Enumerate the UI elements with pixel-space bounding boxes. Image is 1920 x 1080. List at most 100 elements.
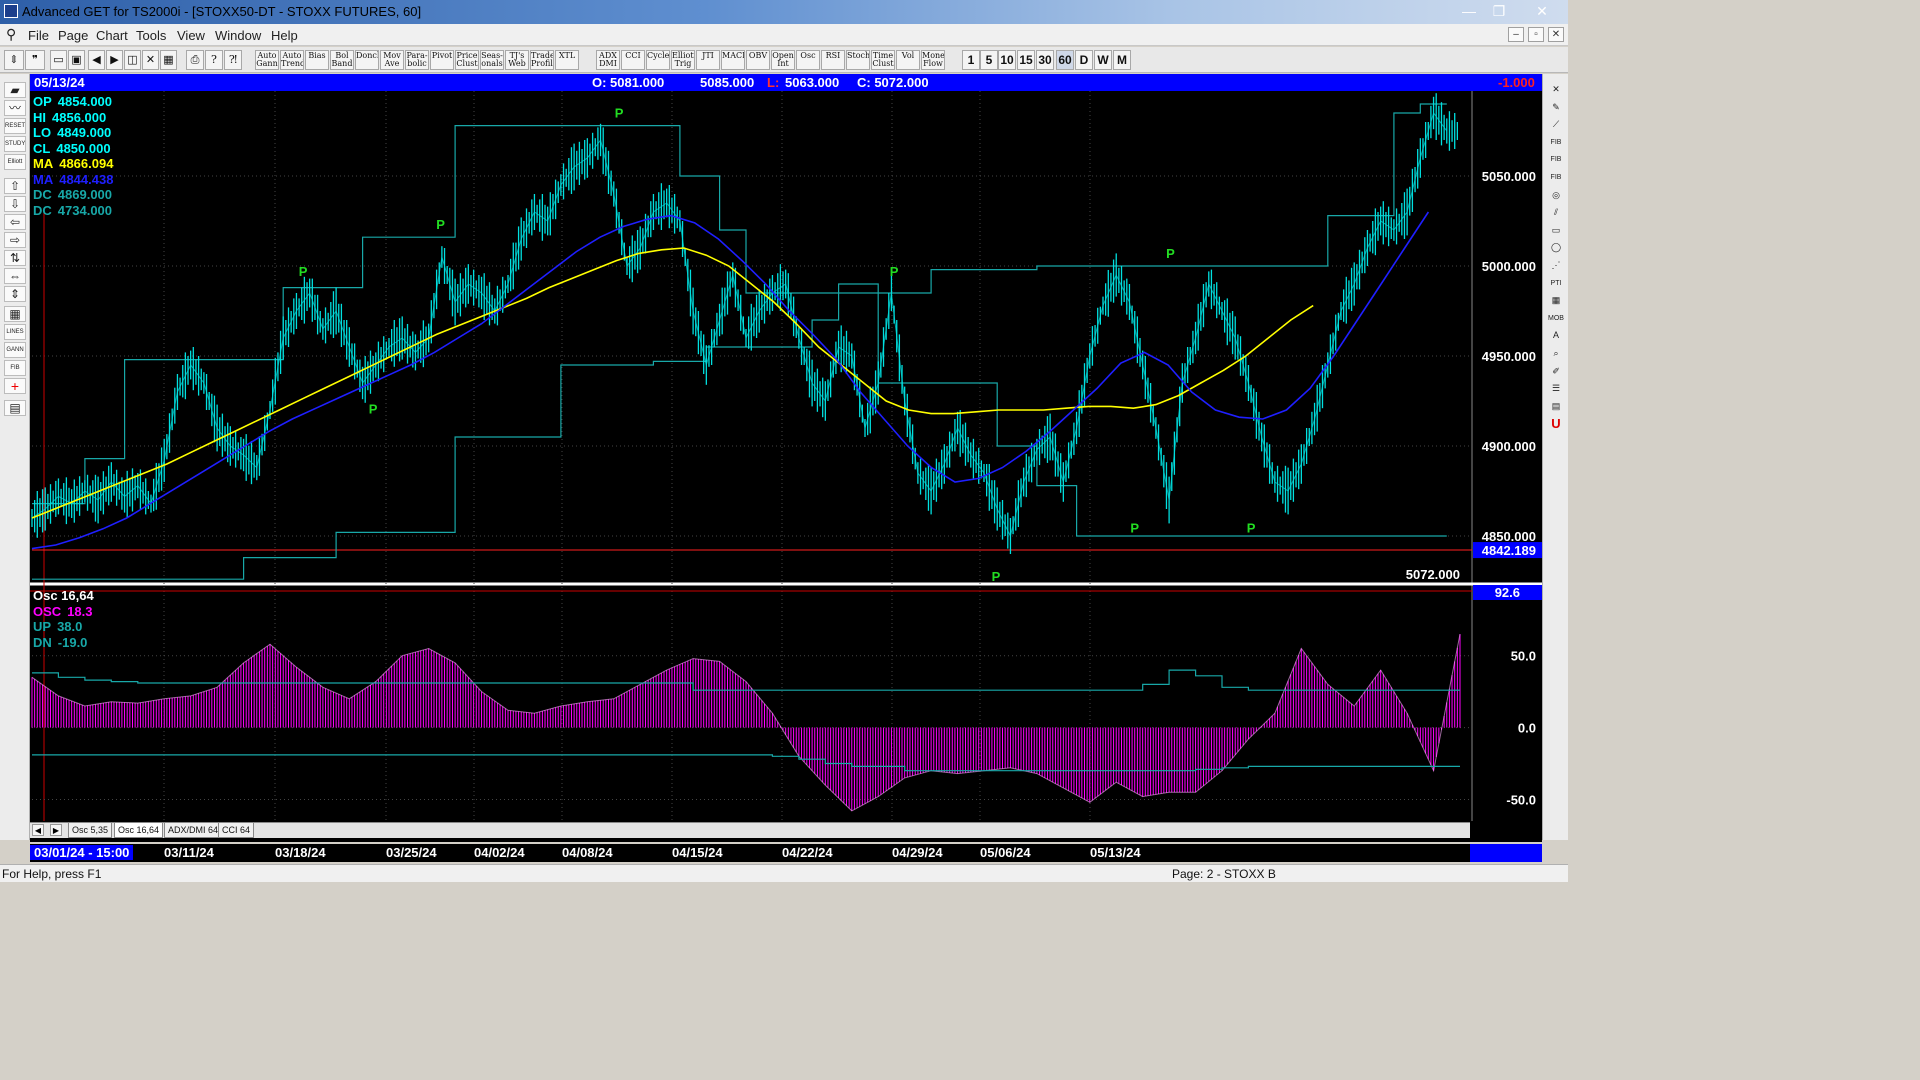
trendline-icon[interactable]: ⟋	[1546, 117, 1566, 132]
print-icon[interactable]: ⎙	[186, 50, 204, 70]
interval-button-w[interactable]: W	[1094, 50, 1112, 70]
study-button-bias[interactable]: Bias	[305, 50, 329, 70]
list-icon[interactable]: ☰	[1546, 381, 1566, 396]
chart-type-icon[interactable]: 〰	[4, 100, 26, 116]
tab-next-button[interactable]: ▶	[50, 824, 62, 836]
channel-icon[interactable]: ⫽	[1546, 205, 1566, 220]
arrow-down-icon[interactable]: ⇩	[4, 196, 26, 212]
grid-icon[interactable]: ▦	[160, 50, 177, 70]
study-button-adx-dmi[interactable]: ADX DMI	[596, 50, 620, 70]
study-button-vol[interactable]: Vol	[896, 50, 920, 70]
interval-button-m[interactable]: M	[1113, 50, 1131, 70]
study-button-open-int[interactable]: Open Int	[771, 50, 795, 70]
study-button-time-clust[interactable]: Time Clust	[871, 50, 895, 70]
study-button-price-clust[interactable]: Price Clust	[455, 50, 479, 70]
study-button-elliott-trig[interactable]: Elliott Trig	[671, 50, 695, 70]
study-button-money-flow[interactable]: Money Flow	[921, 50, 945, 70]
interval-button-1[interactable]: 1	[962, 50, 980, 70]
study-button-seas-onals[interactable]: Seas-onals	[480, 50, 504, 70]
interval-button-10[interactable]: 10	[998, 50, 1016, 70]
elliott-icon[interactable]: Elliott	[4, 154, 26, 170]
menu-help[interactable]: Help	[271, 28, 298, 43]
quote-icon[interactable]: ❞	[25, 50, 45, 70]
open-folder-icon[interactable]: ▰	[4, 82, 26, 98]
compress-icon[interactable]: ⇔	[4, 268, 26, 284]
interval-button-60[interactable]: 60	[1056, 50, 1074, 70]
study-button-jti[interactable]: JTI	[696, 50, 720, 70]
crosshair-icon[interactable]: +	[4, 378, 26, 394]
study-button-bol-band[interactable]: Bol Band	[330, 50, 354, 70]
study-button-donch[interactable]: Donch	[355, 50, 379, 70]
date-axis-scroll[interactable]	[1470, 844, 1542, 862]
forward-icon[interactable]: ▶	[106, 50, 123, 70]
lines-icon[interactable]: LINES	[4, 324, 26, 340]
study-button-mov-ave[interactable]: Mov Ave	[380, 50, 404, 70]
reset-icon[interactable]: RESET	[4, 118, 26, 134]
tab-cci-64[interactable]: CCI 64	[218, 823, 255, 838]
menu-tools[interactable]: Tools	[136, 28, 166, 43]
tab-prev-button[interactable]: ◀	[32, 824, 44, 836]
eraser-icon[interactable]: ✐	[1546, 364, 1566, 379]
pointer-icon[interactable]: ⇕	[4, 50, 24, 70]
menu-chart[interactable]: Chart	[96, 28, 128, 43]
pencil-icon[interactable]: ✎	[1546, 100, 1566, 115]
gann-icon[interactable]: GANN	[4, 342, 26, 358]
tab-osc-5-35[interactable]: Osc 5,35	[68, 823, 113, 838]
study-button-stoch[interactable]: Stoch	[846, 50, 870, 70]
doc-icon[interactable]: ⚲	[6, 26, 16, 43]
study-button-xtl[interactable]: XTL	[555, 50, 579, 70]
interval-button-d[interactable]: D	[1075, 50, 1093, 70]
rectangle-icon[interactable]: ▭	[1546, 223, 1566, 238]
study-button-macd[interactable]: MACD	[721, 50, 745, 70]
study-button-para-bolic[interactable]: Para-bolic	[405, 50, 429, 70]
calc-icon[interactable]: ▤	[1546, 399, 1566, 414]
fib-ret-icon[interactable]: FIB	[1546, 135, 1566, 150]
mdi-restore-button[interactable]: ▫	[1528, 27, 1544, 42]
back-icon[interactable]: ◀	[88, 50, 105, 70]
study-button-tj-s-web[interactable]: TJ's Web	[505, 50, 529, 70]
menu-page[interactable]: Page	[58, 28, 88, 43]
mdi-minimize-button[interactable]: –	[1508, 27, 1524, 42]
close-tool-icon[interactable]: ✕	[1546, 82, 1566, 97]
menu-window[interactable]: Window	[215, 28, 261, 43]
arrow-left-icon[interactable]: ⇦	[4, 214, 26, 230]
fib-icon[interactable]: FIB	[4, 360, 26, 376]
minimize-button[interactable]: —	[1454, 0, 1484, 22]
expand-icon[interactable]: ⇅	[4, 250, 26, 266]
new-page-icon[interactable]: ▭	[50, 50, 67, 70]
study-button-osc[interactable]: Osc	[796, 50, 820, 70]
pti-icon[interactable]: PTI	[1546, 276, 1566, 291]
copy-page-icon[interactable]: ▣	[68, 50, 85, 70]
help-icon[interactable]: ?	[205, 50, 223, 70]
zoom-tool-icon[interactable]: ⌕	[1546, 346, 1566, 361]
cross-icon[interactable]: ✕	[142, 50, 159, 70]
interval-button-30[interactable]: 30	[1036, 50, 1054, 70]
fib-time-icon[interactable]: FIB	[1546, 170, 1566, 185]
chart-area[interactable]: P P P P P P P P P 5050.000 5000.000 4950.000 4900.0…	[30, 91, 1542, 842]
study-button-obv[interactable]: OBV	[746, 50, 770, 70]
mob-icon[interactable]: MOB	[1546, 311, 1566, 326]
magnet-icon[interactable]: U	[1546, 416, 1566, 431]
study-button-cci[interactable]: CCI	[621, 50, 645, 70]
tile-icon[interactable]: ◫	[124, 50, 141, 70]
study-icon[interactable]: STUDY	[4, 136, 26, 152]
grid-tool-icon[interactable]: ▦	[1546, 293, 1566, 308]
mdi-close-button[interactable]: ✕	[1548, 27, 1564, 42]
text-tool-icon[interactable]: A	[1546, 328, 1566, 343]
study-button-rsi[interactable]: RSI	[821, 50, 845, 70]
study-button-pivot[interactable]: Pivot	[430, 50, 454, 70]
ellipse-icon[interactable]: ◯	[1546, 240, 1566, 255]
arrow-up-icon[interactable]: ⇧	[4, 178, 26, 194]
zoom-fit-icon[interactable]: ⇕	[4, 286, 26, 302]
menu-file[interactable]: File	[28, 28, 49, 43]
menu-view[interactable]: View	[177, 28, 205, 43]
tab-osc-16-64[interactable]: Osc 16,64	[114, 823, 164, 838]
interval-button-5[interactable]: 5	[980, 50, 998, 70]
study-button-auto-trend[interactable]: Auto Trend	[280, 50, 304, 70]
study-button-auto-gann[interactable]: Auto Gann	[255, 50, 279, 70]
table-icon[interactable]: ▦	[4, 306, 26, 322]
study-button-trade-profile[interactable]: Trade Profile	[530, 50, 554, 70]
properties-icon[interactable]: ▤	[4, 400, 26, 416]
arrow-right-icon[interactable]: ⇨	[4, 232, 26, 248]
close-button[interactable]: ✕	[1522, 0, 1562, 22]
